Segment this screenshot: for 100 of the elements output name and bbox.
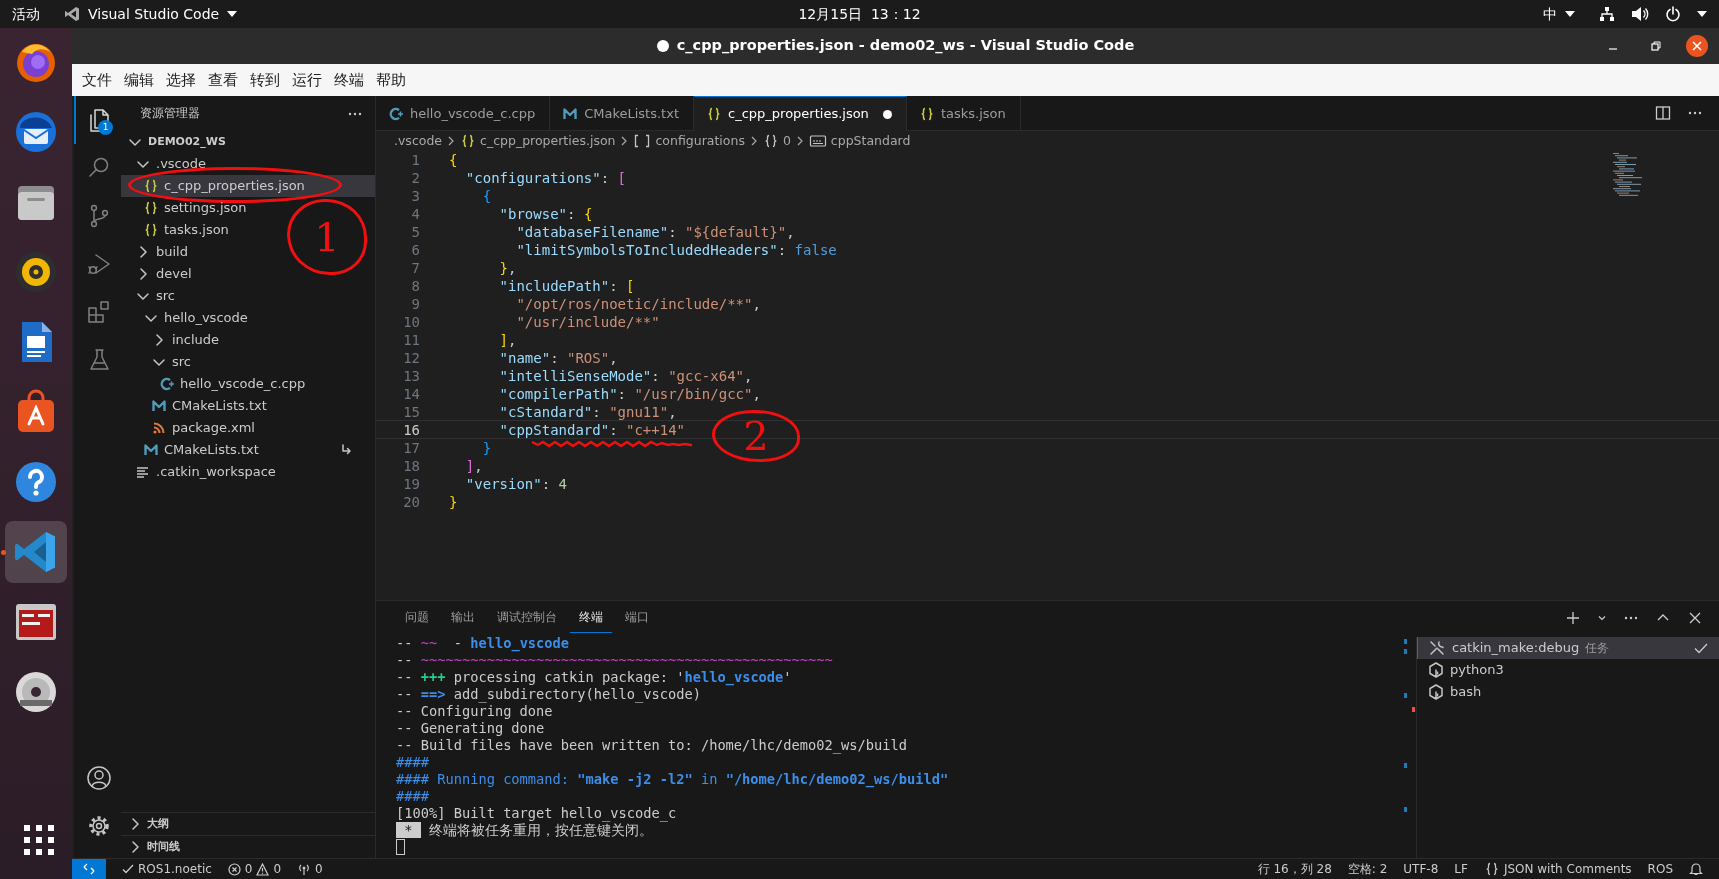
system-menu[interactable] (1599, 6, 1707, 22)
terminal-line: -- ~~~~~~~~~~~~~~~~~~~~~~~~~~~~~~~~~~~~~~~~~~~~~~~~~~ (395, 652, 834, 669)
line-number: 7 (410, 259, 420, 276)
terminal-line: * 终端将被任务重用，按任意键关闭。 (376, 822, 1402, 839)
tree-item[interactable]: DEMO02_WS (121, 131, 230, 153)
account-icon[interactable] (85, 764, 113, 792)
code-line: "databaseFilename": "${default}", (515, 223, 795, 240)
tree-item[interactable]: include (121, 329, 224, 351)
status-item[interactable]: ROS (1639, 860, 1681, 878)
panel-tab[interactable]: 终端 (570, 603, 612, 633)
code-line: "intelliSenseMode": "gcc-x64", (498, 367, 753, 384)
terminal-item[interactable]: catkin_make:debug 任务 (1417, 637, 1719, 659)
editor-tab[interactable]: c_cpp_properties.json (694, 96, 907, 131)
panel-tab[interactable]: 输出 (442, 603, 484, 633)
terminal-item[interactable]: python3 (1417, 659, 1719, 681)
status-item[interactable]: 0 0 (219, 860, 290, 878)
panel-tab[interactable]: 问题 (396, 603, 438, 633)
breadcrumb-item[interactable]: configurations (633, 131, 745, 151)
braces-icon (143, 200, 159, 216)
panel-tab[interactable]: 端口 (616, 603, 658, 633)
editor-tab[interactable]: hello_vscode_c.cpp (376, 96, 551, 131)
tree-item[interactable]: hello_vscode_c.cpp (121, 373, 310, 395)
status-item[interactable]: 空格: 2 (1339, 860, 1396, 878)
tree-item[interactable]: CMakeLists.txt (121, 439, 375, 461)
terminal-line: #### (395, 754, 430, 771)
line-number: 12 (402, 349, 420, 366)
menu-item[interactable]: 终端 (328, 68, 370, 92)
status-item[interactable]: UTF-8 (1395, 860, 1447, 878)
code-line: "version": 4 (464, 475, 567, 492)
chevron-down-icon[interactable] (1597, 613, 1607, 623)
menu-item[interactable]: 运行 (286, 68, 328, 92)
play-bug-icon (86, 251, 112, 277)
line-number: 19 (402, 475, 420, 492)
input-method-menu[interactable]: 中 (1543, 3, 1575, 25)
tree-item[interactable]: devel (121, 263, 196, 285)
warning-icon (256, 862, 270, 876)
status-item[interactable]: JSON with Comments (1475, 860, 1640, 878)
braces-icon (143, 222, 159, 238)
menu-item[interactable]: 选择 (160, 68, 202, 92)
line-number: 8 (410, 277, 420, 294)
m-icon (143, 442, 159, 458)
terminal-marker (1412, 707, 1415, 712)
tree-item[interactable]: c_cpp_properties.json (121, 175, 375, 197)
blocks-icon (86, 299, 112, 325)
tree-item[interactable]: build (121, 241, 192, 263)
panel-title: 资源管理器 (140, 104, 200, 122)
caret-down-icon (227, 10, 238, 18)
menu-item[interactable]: 文件 (76, 68, 118, 92)
terminal-line: -- Build files have been written to: /home/lhc/demo02_ws/build (395, 737, 908, 754)
section-header[interactable]: 大纲 (121, 812, 375, 835)
activities-button[interactable]: 活动 (12, 3, 40, 25)
code-line: "/usr/include/**" (515, 313, 660, 330)
terminal-cube-icon (1428, 661, 1444, 679)
breadcrumb-item[interactable]: c_cpp_properties.json (460, 131, 616, 151)
menu-item[interactable]: 帮助 (370, 68, 412, 92)
panel-tab[interactable]: 调试控制台 (488, 603, 566, 633)
code-line: ], (498, 331, 517, 348)
menu-item[interactable]: 编辑 (118, 68, 160, 92)
line-number: 10 (402, 313, 420, 330)
status-item[interactable]: 行 16，列 28 (1249, 860, 1340, 878)
tree-item[interactable]: settings.json (121, 197, 251, 219)
breadcrumb-item[interactable]: cppStandard (808, 131, 911, 151)
bell-icon[interactable] (1689, 862, 1703, 876)
editor-tab[interactable]: tasks.json (906, 96, 1021, 131)
breadcrumb-item[interactable]: 0 (762, 131, 791, 151)
window-title: c_cpp_properties.json - demo02_ws - Visual Studio Code (676, 36, 1135, 56)
caret-down-icon (1697, 10, 1707, 18)
status-item[interactable]: 0 (289, 860, 331, 878)
tree-item[interactable]: tasks.json (121, 219, 233, 241)
tree-item[interactable]: .vscode (121, 153, 210, 175)
tree-item[interactable]: package.xml (121, 417, 259, 439)
status-item[interactable]: ROS1.noetic (114, 860, 220, 878)
app-menu[interactable]: Visual Studio Code (64, 3, 238, 25)
code-line: "cppStandard": "c++14" (498, 421, 686, 438)
close-icon[interactable] (1685, 34, 1709, 58)
code-logo-icon (64, 6, 80, 22)
line-number: 14 (402, 385, 420, 402)
code-line: } (481, 439, 492, 456)
menu-item[interactable]: 查看 (202, 68, 244, 92)
status-item[interactable]: LF (1446, 860, 1476, 878)
tree-item[interactable]: CMakeLists.txt (121, 395, 271, 417)
terminal-item[interactable]: bash (1417, 681, 1719, 703)
breadcrumb-item[interactable]: .vscode (394, 131, 443, 151)
tree-item[interactable]: hello_vscode (121, 307, 252, 329)
tree-item[interactable]: src (121, 285, 179, 307)
plus-icon[interactable] (1565, 610, 1581, 626)
terminal-line: [100%] Built target hello_vscode_c (395, 805, 678, 822)
code-line: } (449, 493, 458, 510)
close-icon[interactable] (1687, 610, 1703, 626)
power-icon (1665, 6, 1681, 22)
split-editor-icon[interactable] (1655, 105, 1671, 121)
annotation-note: 2 (712, 410, 800, 462)
code-line: "/opt/ros/noetic/include/**", (515, 295, 761, 312)
tree-item[interactable]: .catkin_workspace (121, 461, 280, 483)
volume-icon (1631, 6, 1649, 22)
terminal-line: -- +++ processing catkin package: 'hello_vscode' (395, 669, 793, 686)
tree-item[interactable]: src (121, 351, 195, 373)
clock[interactable]: 12月15日 13：12 (798, 5, 921, 22)
menu-item[interactable]: 转到 (244, 68, 286, 92)
line-number: 20 (402, 493, 420, 510)
